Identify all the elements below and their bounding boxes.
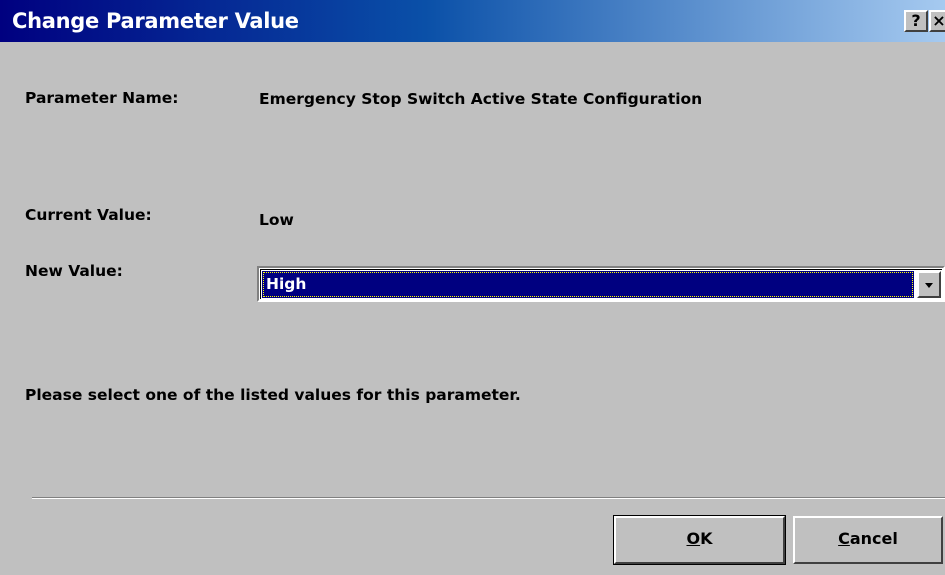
new-value-dropdown[interactable]: High xyxy=(257,266,945,302)
dropdown-arrow-icon[interactable] xyxy=(917,271,941,298)
change-parameter-dialog: Change Parameter Value ? × Parameter Nam… xyxy=(0,0,945,575)
parameter-name-value: Emergency Stop Switch Active State Confi… xyxy=(259,90,703,108)
cancel-button[interactable]: Cancel xyxy=(793,516,943,564)
parameter-name-label: Parameter Name: xyxy=(25,89,179,107)
dropdown-field[interactable]: High xyxy=(260,269,942,299)
cancel-mnemonic: C xyxy=(838,529,850,548)
separator xyxy=(32,497,945,499)
new-value-label: New Value: xyxy=(25,262,123,280)
dropdown-selected-value[interactable]: High xyxy=(262,271,914,298)
cancel-label-rest: ancel xyxy=(849,529,898,548)
ok-label-rest: K xyxy=(700,529,713,548)
instruction-text: Please select one of the listed values f… xyxy=(25,386,521,404)
close-icon[interactable]: × xyxy=(929,10,945,32)
current-value-label: Current Value: xyxy=(25,206,152,224)
title-bar[interactable]: Change Parameter Value ? × xyxy=(0,0,945,42)
ok-button[interactable]: OK xyxy=(613,515,786,565)
current-value: Low xyxy=(259,211,294,229)
help-icon[interactable]: ? xyxy=(904,10,928,32)
ok-mnemonic: O xyxy=(686,529,701,548)
dialog-title: Change Parameter Value xyxy=(12,9,299,33)
